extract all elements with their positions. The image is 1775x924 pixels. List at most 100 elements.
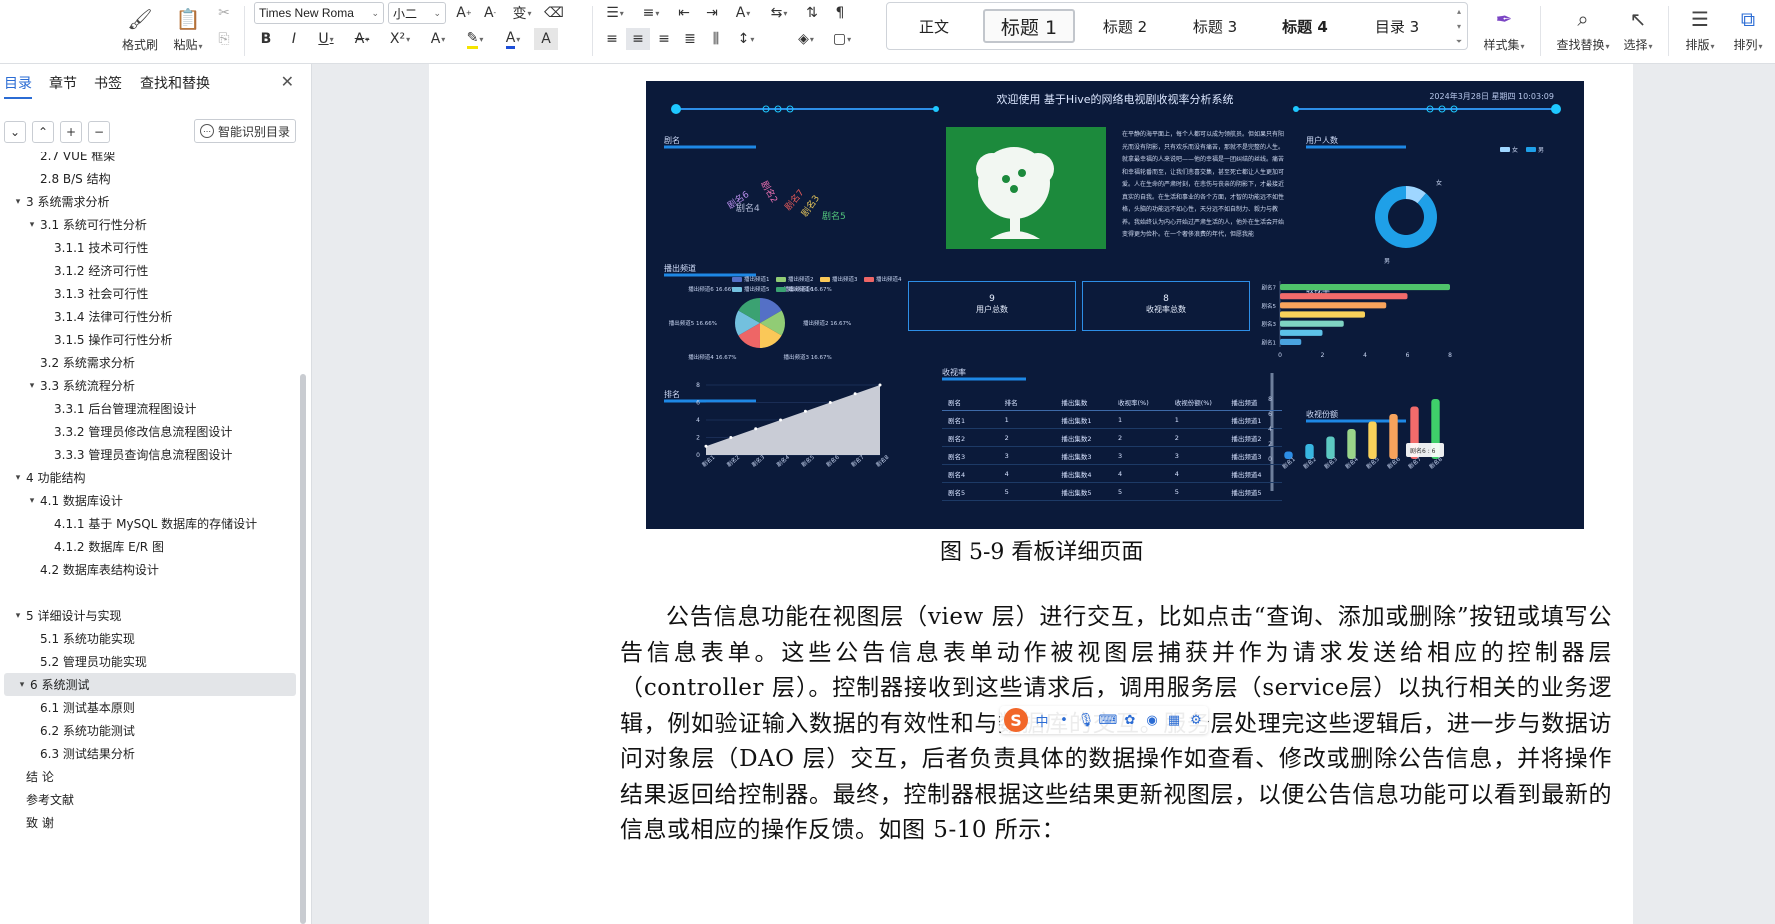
shrink-font-icon[interactable]: A- bbox=[478, 2, 502, 24]
line-spacing-icon[interactable]: ↕ ▾ bbox=[730, 28, 762, 50]
toc-item[interactable]: 6.3 测试结果分析 bbox=[0, 742, 296, 765]
toc-item[interactable]: 3.1.4 法律可行性分析 bbox=[0, 305, 296, 328]
style-normal[interactable]: 正文 bbox=[907, 9, 961, 43]
toc-item[interactable]: ▾ 5 详细设计与实现 bbox=[0, 604, 296, 627]
clear-format-icon[interactable]: ⌫ bbox=[542, 2, 566, 24]
expand-toggle-icon[interactable]: ▾ bbox=[26, 496, 38, 506]
font-color-icon[interactable]: A ▾ bbox=[496, 28, 530, 50]
font-size-select[interactable]: 小二 ⌄ bbox=[388, 2, 446, 24]
text-effect-icon[interactable]: A ▾ bbox=[422, 28, 454, 50]
style-heading-4[interactable]: 标题 4 bbox=[1267, 9, 1343, 43]
paste-button[interactable]: 📋 粘贴▾ bbox=[166, 2, 210, 56]
sort-icon[interactable]: ⇅ bbox=[800, 2, 824, 24]
expand-toggle-icon[interactable]: ▾ bbox=[12, 197, 24, 207]
tab-bookmarks[interactable]: 书签 bbox=[94, 73, 122, 93]
layout-button[interactable]: ☰ 排版▾ bbox=[1678, 2, 1722, 56]
tab-toc[interactable]: 目录 bbox=[4, 73, 32, 99]
tab-find-replace[interactable]: 查找和替换 bbox=[140, 73, 210, 93]
toc-item[interactable]: 4.1.2 数据库 E/R 图 bbox=[0, 535, 296, 558]
toc-item[interactable]: ▾ 4.1 数据库设计 bbox=[0, 489, 296, 512]
promote-button[interactable]: + bbox=[60, 121, 82, 143]
toc-item[interactable]: 6.1 测试基本原则 bbox=[0, 696, 296, 719]
align-left-icon[interactable]: ≡ bbox=[600, 28, 624, 50]
expand-toggle-icon[interactable]: ▾ bbox=[26, 381, 38, 391]
text-direction-icon[interactable]: ⇆ ▾ bbox=[764, 2, 794, 24]
expand-toggle-icon[interactable]: ▾ bbox=[16, 680, 28, 690]
decrease-indent-icon[interactable]: ⇤ bbox=[672, 2, 696, 24]
style-gallery-scroll[interactable]: ▴ ▾ ⏷ bbox=[1453, 7, 1465, 47]
justify-icon[interactable]: ≣ bbox=[678, 28, 702, 50]
collapse-all-button[interactable]: ⌄ bbox=[4, 121, 26, 143]
toc-item[interactable]: 3.2 系统需求分析 bbox=[0, 351, 296, 374]
toc-item[interactable]: 2.7 VUE 框架 bbox=[0, 152, 296, 167]
expand-toggle-icon[interactable]: ▾ bbox=[12, 611, 24, 621]
nav-scrollbar[interactable] bbox=[300, 374, 306, 924]
expand-toggle-icon[interactable]: ▾ bbox=[26, 220, 38, 230]
cut-icon[interactable]: ✂ bbox=[212, 2, 236, 24]
toc-item[interactable]: 3.3.1 后台管理流程图设计 bbox=[0, 397, 296, 420]
underline-icon[interactable]: U ▾ bbox=[310, 28, 342, 50]
skin-icon[interactable]: ✿ bbox=[1122, 712, 1138, 728]
shading-icon[interactable]: ◈ ▾ bbox=[790, 28, 822, 50]
border-icon[interactable]: ▢ ▾ bbox=[826, 28, 858, 50]
expand-up-button[interactable]: ⌃ bbox=[32, 121, 54, 143]
ime-toolbar[interactable]: S 中 • 🎙 ⌨ ✿ ◉ ▦ ⚙ bbox=[1000, 706, 1208, 734]
toc-item[interactable]: ▾ 6 系统测试 bbox=[4, 673, 296, 696]
game-icon[interactable]: ◉ bbox=[1144, 712, 1160, 728]
strikethrough-icon[interactable]: A ▾ bbox=[346, 28, 378, 50]
toc-item[interactable]: 5.2 管理员功能实现 bbox=[0, 650, 296, 673]
punctuation-icon[interactable]: • bbox=[1056, 712, 1072, 728]
phonetic-icon[interactable]: 变 ▾ bbox=[506, 2, 538, 24]
toc-item[interactable]: 3.1.2 经济可行性 bbox=[0, 259, 296, 282]
char-shading-icon[interactable]: A bbox=[534, 28, 558, 50]
toc-item[interactable]: ▾ 3 系统需求分析 bbox=[0, 190, 296, 213]
format-painter-button[interactable]: 🖌 格式刷 bbox=[118, 2, 162, 56]
toc-item[interactable]: 5.1 系统功能实现 bbox=[0, 627, 296, 650]
find-replace-button[interactable]: ⌕ 查找替换▾ bbox=[1552, 2, 1614, 56]
style-toc-3[interactable]: 目录 3 bbox=[1357, 9, 1437, 43]
show-marks-icon[interactable]: ¶ bbox=[828, 2, 852, 24]
style-heading-1[interactable]: 标题 1 bbox=[983, 9, 1075, 43]
toc-item[interactable]: 3.1.1 技术可行性 bbox=[0, 236, 296, 259]
highlight-icon[interactable]: ✎ ▾ bbox=[458, 28, 492, 50]
toc-item[interactable]: 4.2 数据库表结构设计 bbox=[0, 558, 296, 581]
distribute-icon[interactable]: ⫼ bbox=[704, 28, 728, 50]
copy-icon[interactable]: ⎘ bbox=[212, 28, 236, 50]
toc-item[interactable]: 3.3.3 管理员查询信息流程图设计 bbox=[0, 443, 296, 466]
toc-item[interactable]: 2.8 B/S 结构 bbox=[0, 167, 296, 190]
toc-item[interactable]: 3.1.3 社会可行性 bbox=[0, 282, 296, 305]
style-heading-3[interactable]: 标题 3 bbox=[1177, 9, 1253, 43]
demote-button[interactable]: − bbox=[88, 121, 110, 143]
increase-indent-icon[interactable]: ⇥ bbox=[700, 2, 724, 24]
superscript-icon[interactable]: X² ▾ bbox=[382, 28, 418, 50]
toc-item[interactable]: 3.3.2 管理员修改信息流程图设计 bbox=[0, 420, 296, 443]
toc-item[interactable]: 3.1.5 操作可行性分析 bbox=[0, 328, 296, 351]
select-button[interactable]: ↖ 选择▾ bbox=[1616, 2, 1660, 56]
grow-font-icon[interactable]: A + bbox=[452, 2, 476, 24]
apps-icon[interactable]: ▦ bbox=[1166, 712, 1182, 728]
style-heading-2[interactable]: 标题 2 bbox=[1087, 9, 1163, 43]
align-center-icon[interactable]: ≡ bbox=[626, 28, 650, 50]
toc-item[interactable]: 4.1.1 基于 MySQL 数据库的存储设计 bbox=[0, 512, 296, 535]
tab-chapters[interactable]: 章节 bbox=[49, 73, 77, 93]
bullet-list-icon[interactable]: ☰ ▾ bbox=[600, 2, 630, 24]
italic-icon[interactable]: I bbox=[282, 28, 306, 50]
chinese-layout-icon[interactable]: A ▾ bbox=[728, 2, 758, 24]
toc-item[interactable]: ▾ 3.3 系统流程分析 bbox=[0, 374, 296, 397]
align-right-icon[interactable]: ≡ bbox=[652, 28, 676, 50]
settings-icon[interactable]: ⚙ bbox=[1188, 712, 1204, 728]
microphone-icon[interactable]: 🎙 bbox=[1078, 712, 1095, 728]
keyboard-icon[interactable]: ⌨ bbox=[1099, 712, 1118, 728]
toc-item[interactable]: 结 论 bbox=[0, 765, 296, 788]
toc-item[interactable]: 6.2 系统功能测试 bbox=[0, 719, 296, 742]
close-icon[interactable]: ✕ bbox=[281, 72, 294, 91]
expand-toggle-icon[interactable]: ▾ bbox=[12, 473, 24, 483]
font-name-select[interactable]: Times New Roma ⌄ bbox=[254, 2, 384, 24]
style-set-button[interactable]: ✒ 样式集▾ bbox=[1474, 2, 1534, 56]
toc-item[interactable]: 参考文献 bbox=[0, 788, 296, 811]
toc-item[interactable]: ▾ 3.1 系统可行性分析 bbox=[0, 213, 296, 236]
smart-toc-button[interactable]: ⋯ 智能识别目录 bbox=[194, 119, 296, 143]
toc-item[interactable]: 致 谢 bbox=[0, 811, 296, 834]
numbered-list-icon[interactable]: ≡ ▾ bbox=[636, 2, 666, 24]
sogou-logo-icon[interactable]: S bbox=[1004, 708, 1028, 732]
